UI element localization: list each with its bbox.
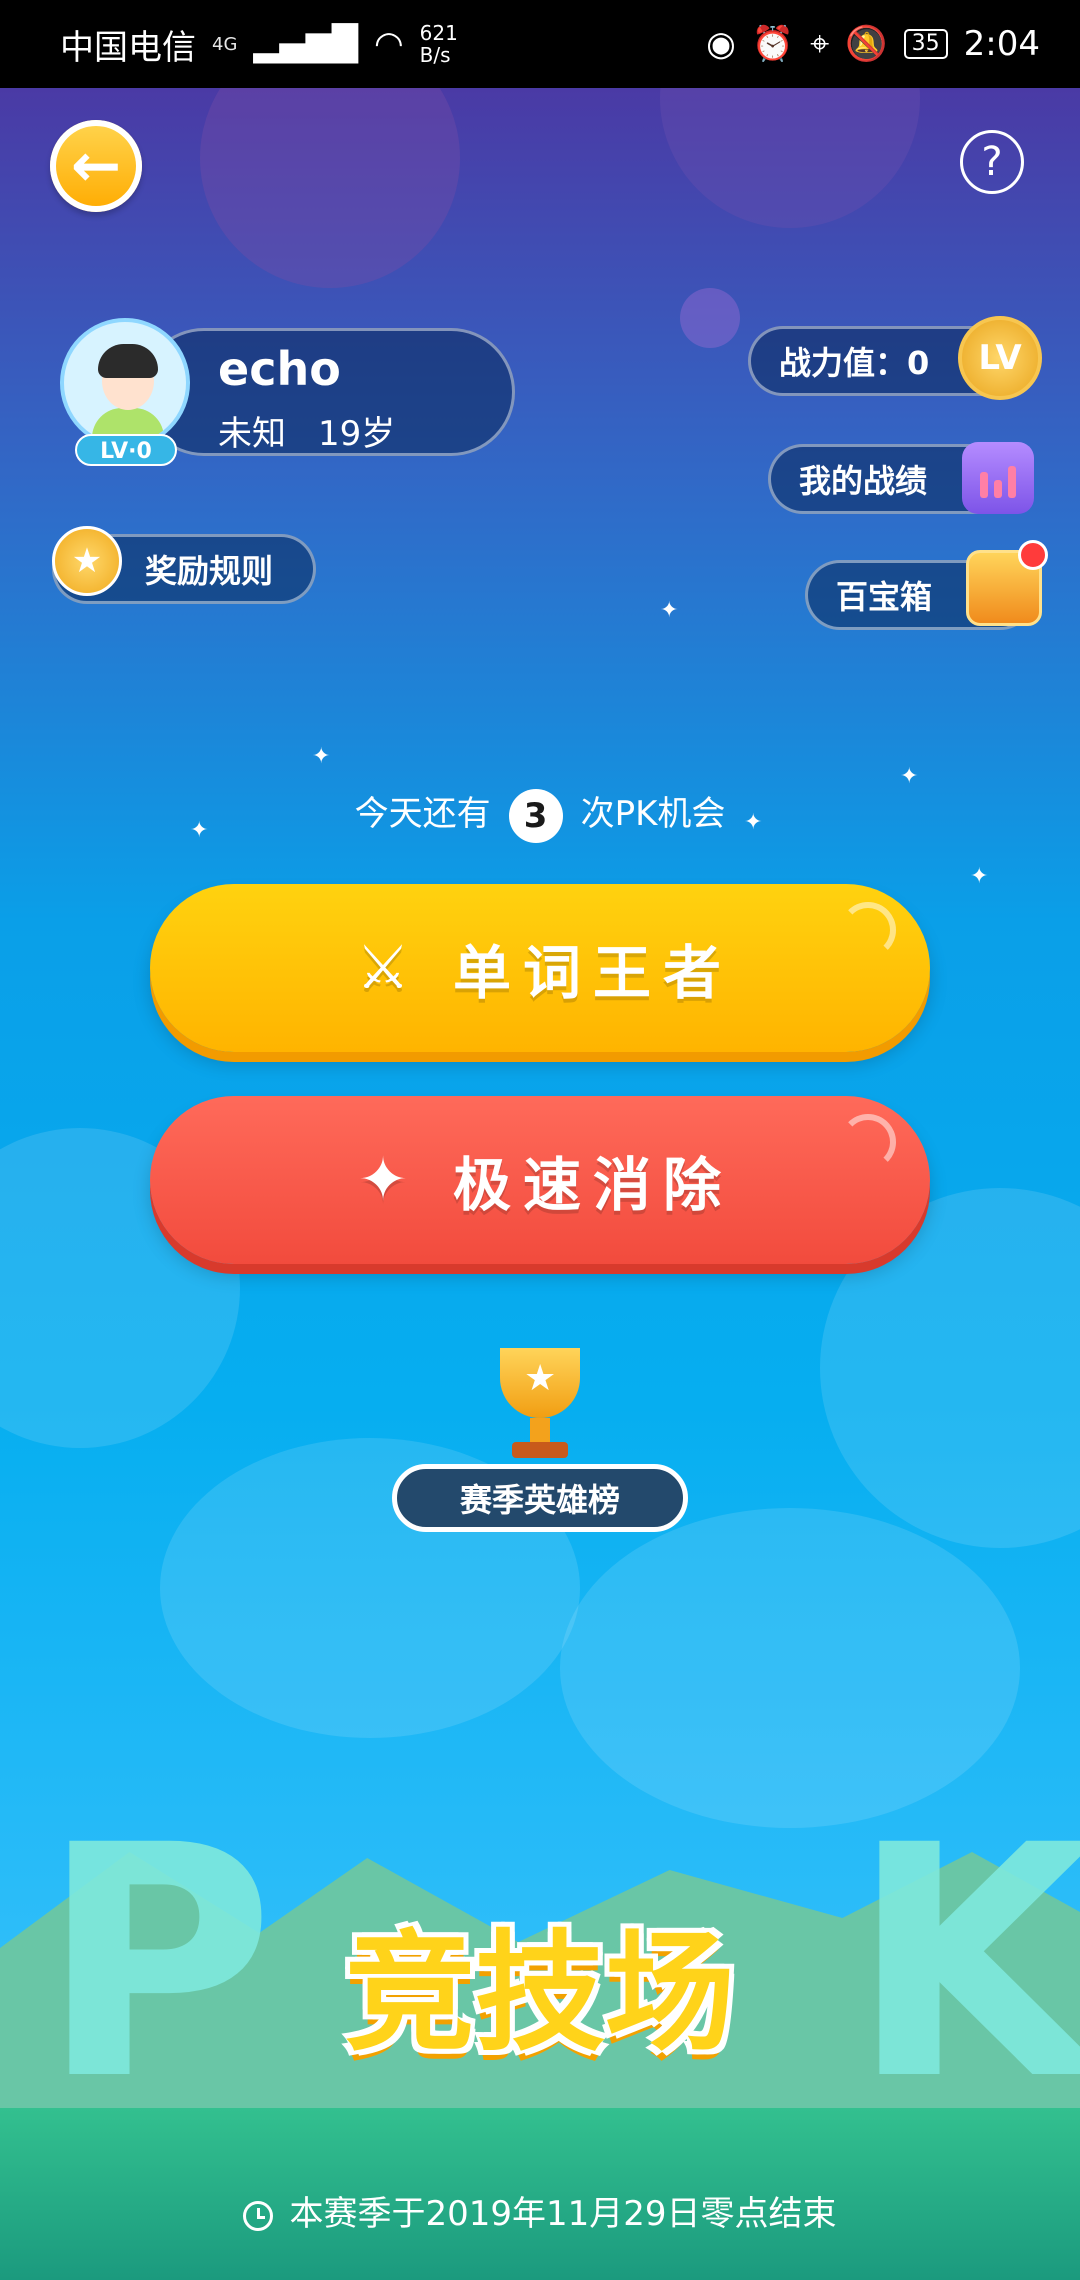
net-speed-unit: B/s <box>419 43 451 67</box>
star-icon: ★ <box>524 1358 557 1399</box>
chances-suffix: 次PK机会 <box>580 794 726 834</box>
speed-clear-button[interactable]: ✦ 极速消除 <box>150 1096 930 1264</box>
chances-count: 3 <box>508 788 563 843</box>
back-button[interactable]: ← <box>50 120 142 212</box>
speed-clear-label: 极速消除 <box>452 1151 733 1219</box>
arrow-left-icon: ← <box>70 131 122 201</box>
sparkle-icon: ✦ <box>312 744 331 769</box>
word-king-label: 单词王者 <box>452 939 733 1007</box>
bar-chart-icon <box>962 442 1034 514</box>
clock-time: 2:04 <box>963 24 1040 64</box>
trophy-icon[interactable]: ★ <box>490 1348 590 1458</box>
network-type: 4G <box>212 33 238 55</box>
net-speed: 621 B/s <box>420 22 458 66</box>
carrier-name: 中国电信 <box>60 27 196 68</box>
trophy-stem <box>530 1418 550 1442</box>
battery-level: 35 <box>903 29 948 59</box>
season-end-text: 本赛季于2019年11月29日零点结束 <box>289 2194 837 2234</box>
treasure-box-label: 百宝箱 <box>836 578 933 616</box>
status-bar: 中国电信 4G ▂▄▆█ ◠ 621 B/s ◉ ⏰ ⌖ 🔕 35 2:04 <box>0 0 1080 88</box>
planet-decoration <box>660 88 920 228</box>
avatar[interactable] <box>60 318 190 448</box>
arena-title: 竞技场 <box>344 1917 735 2069</box>
clock-icon <box>243 2200 274 2231</box>
arena-scene: ✦ ✦ ✦ ✦ ✦ ✦ ← ? LV·0 echo 未知 19岁 战力值：0 L… <box>0 88 1080 2280</box>
season-hero-board-button[interactable]: 赛季英雄榜 <box>392 1464 688 1532</box>
user-gender: 未知 <box>218 414 286 454</box>
signal-icon: ▂▄▆█ <box>253 24 358 64</box>
lv-coin-icon: LV <box>958 316 1042 400</box>
shine-decoration <box>840 1114 896 1170</box>
pk-chances: 今天还有 3 次PK机会 <box>0 786 1080 843</box>
wifi-icon: ◠ <box>374 24 404 64</box>
trophy-base <box>512 1442 568 1458</box>
magic-wand-icon: ✦ <box>357 1145 409 1215</box>
sparkle-icon: ✦ <box>970 864 989 889</box>
bell-off-icon: 🔕 <box>845 24 888 64</box>
word-king-button[interactable]: ⚔ 单词王者 <box>150 884 930 1052</box>
location-icon: ⌖ <box>810 24 830 64</box>
avatar-hair <box>98 344 158 378</box>
user-age: 19岁 <box>318 414 396 454</box>
season-end-notice: 本赛季于2019年11月29日零点结束 <box>0 2186 1080 2235</box>
reward-rules-label: 奖励规则 <box>145 552 274 590</box>
status-left: 中国电信 4G ▂▄▆█ ◠ 621 B/s <box>60 20 458 69</box>
net-speed-value: 621 <box>419 21 458 45</box>
medal-icon: ★ <box>52 526 122 596</box>
status-right: ◉ ⏰ ⌖ 🔕 35 2:04 <box>706 24 1040 64</box>
power-value-label: 战力值：0 <box>779 344 930 382</box>
my-record-label: 我的战绩 <box>799 462 928 500</box>
eye-icon: ◉ <box>706 24 736 64</box>
shine-decoration <box>840 902 896 958</box>
chances-prefix: 今天还有 <box>354 794 491 834</box>
planet-decoration <box>680 288 740 348</box>
planet-decoration <box>200 88 460 288</box>
level-badge: LV·0 <box>75 434 177 466</box>
question-icon: ? <box>981 139 1003 185</box>
alarm-icon: ⏰ <box>751 24 795 64</box>
sparkle-icon: ✦ <box>660 598 679 623</box>
help-button[interactable]: ? <box>960 130 1024 194</box>
notification-dot <box>1018 540 1048 570</box>
user-name: echo <box>218 342 341 396</box>
crossed-swords-icon: ⚔ <box>356 933 410 1003</box>
